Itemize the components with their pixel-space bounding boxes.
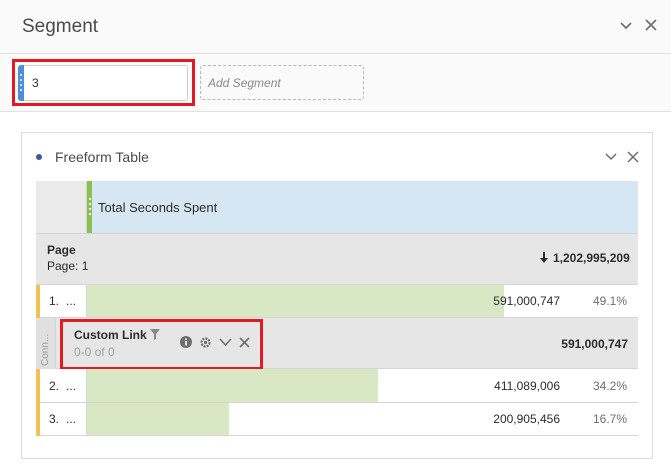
row-value: 411,089,006 xyxy=(494,379,560,393)
row-index: 3. xyxy=(49,412,60,426)
chevron-down-icon[interactable] xyxy=(618,18,634,34)
drag-dot xyxy=(89,208,91,210)
close-icon[interactable] xyxy=(644,18,658,32)
value-bar xyxy=(87,285,504,317)
drag-dot xyxy=(89,203,91,205)
row-percent: 16.7% xyxy=(592,412,627,426)
row-item-name[interactable]: ... xyxy=(66,379,76,393)
segment-panel-title: Segment xyxy=(22,16,99,37)
segment-panel-header xyxy=(0,0,671,54)
add-segment-label: Add Segment xyxy=(208,76,281,90)
drag-dot xyxy=(89,213,91,215)
breakdown-side-label: Conn... xyxy=(40,333,51,366)
dimension-subtitle: Page: 1 xyxy=(47,259,89,273)
close-icon[interactable] xyxy=(627,151,639,163)
dimension-title[interactable]: Page xyxy=(47,243,76,257)
arrow-down-icon[interactable] xyxy=(539,252,549,264)
row-item-name[interactable]: ... xyxy=(66,412,76,426)
row-value: 591,000,747 xyxy=(493,294,560,308)
freeform-table-title: Freeform Table xyxy=(55,149,149,165)
row-percent: 34.2% xyxy=(592,379,627,393)
panel-status-dot xyxy=(36,154,42,160)
row-percent: 49.1% xyxy=(592,294,627,308)
row-accent xyxy=(36,285,40,318)
row-item-name[interactable]: ... xyxy=(66,294,76,308)
dimension-total: 1,202,995,209 xyxy=(553,251,630,265)
row-accent xyxy=(36,369,40,403)
breakdown-total: 591,000,747 xyxy=(561,337,628,351)
value-bar xyxy=(87,369,378,402)
column-header-blank xyxy=(36,181,87,233)
value-bar xyxy=(87,403,229,435)
chevron-down-icon[interactable] xyxy=(604,150,618,164)
row-value: 200,905,456 xyxy=(493,412,560,426)
row-accent xyxy=(36,403,40,436)
metric-column-label: Total Seconds Spent xyxy=(98,200,218,215)
highlight-box xyxy=(60,319,263,370)
row-index: 2. xyxy=(49,379,60,393)
drag-dot xyxy=(89,198,91,200)
row-index: 1. xyxy=(49,294,60,308)
highlight-box xyxy=(12,59,195,106)
